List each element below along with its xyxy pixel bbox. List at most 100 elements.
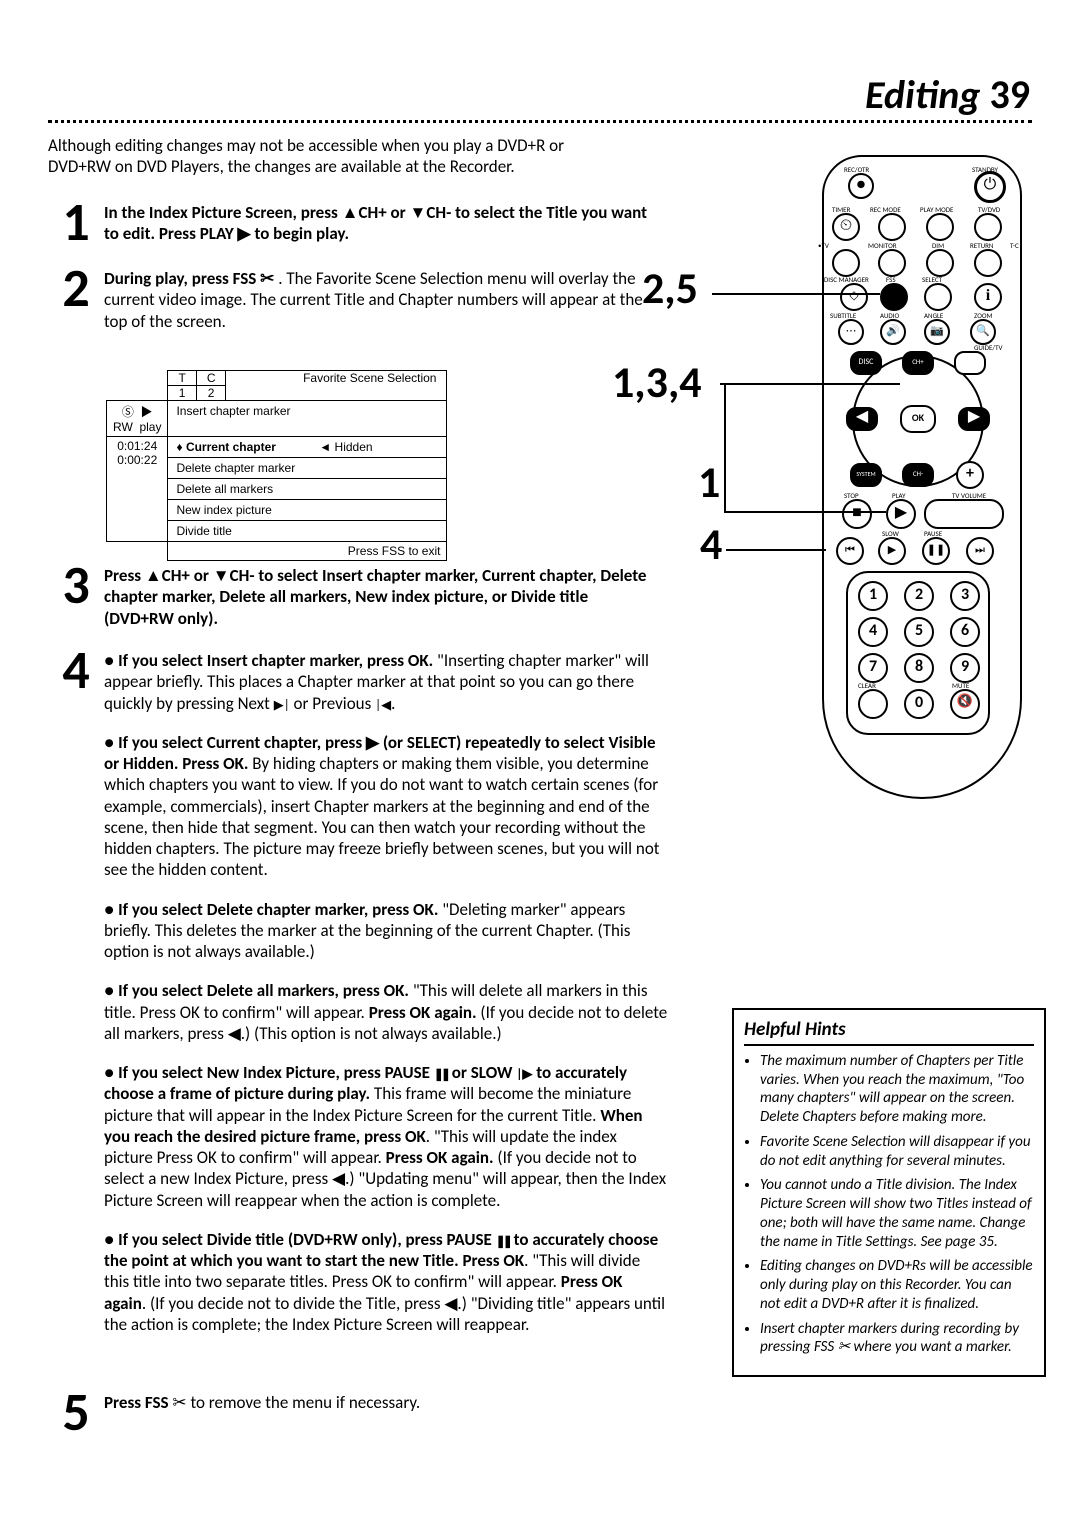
left-button: ◀ [846,407,878,431]
select-button [924,283,952,311]
digit-3: 3 [950,581,980,611]
clear-button [858,689,888,719]
digit-4: 4 [858,617,888,647]
hint-5: Insert chapter markers during recording … [760,1320,1034,1358]
s1-b: CH+ or [358,202,409,223]
step-3-body: Press CH+ or CH- to select Insert chapte… [104,563,658,647]
hints-title: Helpful Hints [744,1018,1034,1046]
digit-1: 1 [858,581,888,611]
s4-p3-bold: If you select Delete chapter marker, pre… [118,899,438,920]
subtitle-button: ⋯ [838,319,864,345]
digit-5: 5 [904,617,934,647]
slow-button: ▶ [878,537,906,565]
callout-4: 4 [700,517,722,571]
stop-button: ■ [842,499,872,529]
digit-6: 6 [950,617,980,647]
disc-manager-button: ◇ [840,283,868,311]
tv-dvd-button [974,213,1002,241]
menu-item-2: Delete chapter marker [176,461,295,475]
remote-outline: REC/OTR ● STANDBY ⏻ TIMER REC MODE PLAY … [822,155,1022,799]
callout-line-4 [726,549,826,551]
next-icon [274,693,290,714]
hint-1: The maximum number of Chapters per Title… [760,1052,1034,1127]
mute-button: 🔇 [950,689,980,719]
menu-item-1: Current chapter [186,440,276,454]
prev-button: ⏮ [836,537,864,565]
rec-button: ● [848,173,874,199]
menu-t-val: 1 [168,386,196,401]
menu-item-5: Divide title [176,524,231,538]
dim-button [878,249,906,277]
left-icon [444,1293,457,1314]
step-2-number: 2 [48,266,104,350]
angle-button: 📷 [924,319,950,345]
step-3: 3 Press CH+ or CH- to select Insert chap… [48,563,658,647]
callout-line-134 [720,383,900,385]
step-3-number: 3 [48,563,104,647]
disc-button: DISC [850,351,882,375]
step-5: 5 Press FSS to remove the menu if necess… [48,1390,658,1436]
s4-p1-b: or Previous [290,693,375,714]
s2-bold: During play, press FSS [104,268,260,289]
tc-button [974,249,1002,277]
slow-icon [516,1062,532,1083]
info-button: i [974,283,1002,311]
hint-2: Favorite Scene Selection will disappear … [760,1133,1034,1171]
divider [48,120,1032,123]
s1-a: In the Index Picture Screen, press [104,202,342,223]
step-2: 2 During play, press FSS . The Favorite … [48,266,658,350]
menu-item-0: Insert chapter marker [176,404,290,418]
s4-p1-bold: If you select Insert chapter marker, pre… [118,650,433,671]
menu-item-4: New index picture [176,503,271,517]
guide-button [954,351,986,375]
return-button [926,249,954,277]
s4-p4-c: .) (This option is not always available.… [241,1023,502,1044]
s4-p5-a: If you select New Index Picture, press P… [118,1062,434,1083]
s4-p4-bold: If you select Delete all markers, press … [118,980,409,1001]
right-button: ▶ [958,407,990,431]
digit-9: 9 [950,653,980,683]
up-icon [145,565,162,586]
menu-hidden: Hidden [335,440,373,454]
monitor-button [832,249,860,277]
down-icon [410,202,427,223]
digit-0: 0 [904,689,934,719]
s5-a: Press FSS [104,1392,172,1413]
s5-b: to remove the menu if necessary. [187,1392,421,1413]
callout-line-25 [712,293,880,295]
step-2-body: During play, press FSS . The Favorite Sc… [104,266,658,350]
callout-2-5: 2,5 [642,261,698,315]
menu-c-val: 2 [196,386,226,401]
s4-p1-c: . [391,693,395,714]
hint-4: Editing changes on DVD+Rs will be access… [760,1257,1034,1313]
step-1-number: 1 [48,200,104,263]
right-icon [366,732,379,753]
menu-rw: RW [113,420,133,434]
page-number: 39 [989,70,1030,119]
prev-icon [375,693,391,714]
volume-rocker [924,499,1004,529]
favorite-scene-menu: T C Favorite Scene Selection 1 2 Ⓢ ▶RW p… [106,370,447,561]
s3-a: Press [104,565,145,586]
fss-icon [172,1392,186,1413]
callout-line-1 [724,511,886,513]
callout-1: 1 [698,455,720,509]
step-5-number: 5 [48,1390,104,1436]
timer-button: ⏲ [832,213,860,241]
menu-item-3: Delete all markers [176,482,273,496]
s3-b: CH+ or [162,565,213,586]
menu-time1: 0:01:24 [117,439,157,453]
system-button: SYSTEM [850,463,882,487]
step-5-body: Press FSS to remove the menu if necessar… [104,1390,420,1436]
s4-p5-b: or SLOW [448,1062,516,1083]
intro-text: Although editing changes may not be acce… [48,135,608,178]
ch-plus-button: CH+ [902,351,934,375]
digit-2: 2 [904,581,934,611]
rec-mode-button [878,213,906,241]
s1-d: to begin play. [251,223,349,244]
helpful-hints: Helpful Hints The maximum number of Chap… [732,1008,1046,1377]
tv-label: •TV [818,241,829,250]
s4-p4-bold2: Press OK again. [369,1002,477,1023]
fss-button [880,283,908,311]
s4-p6-rb: . (If you decide not to divide the Title… [142,1293,444,1314]
